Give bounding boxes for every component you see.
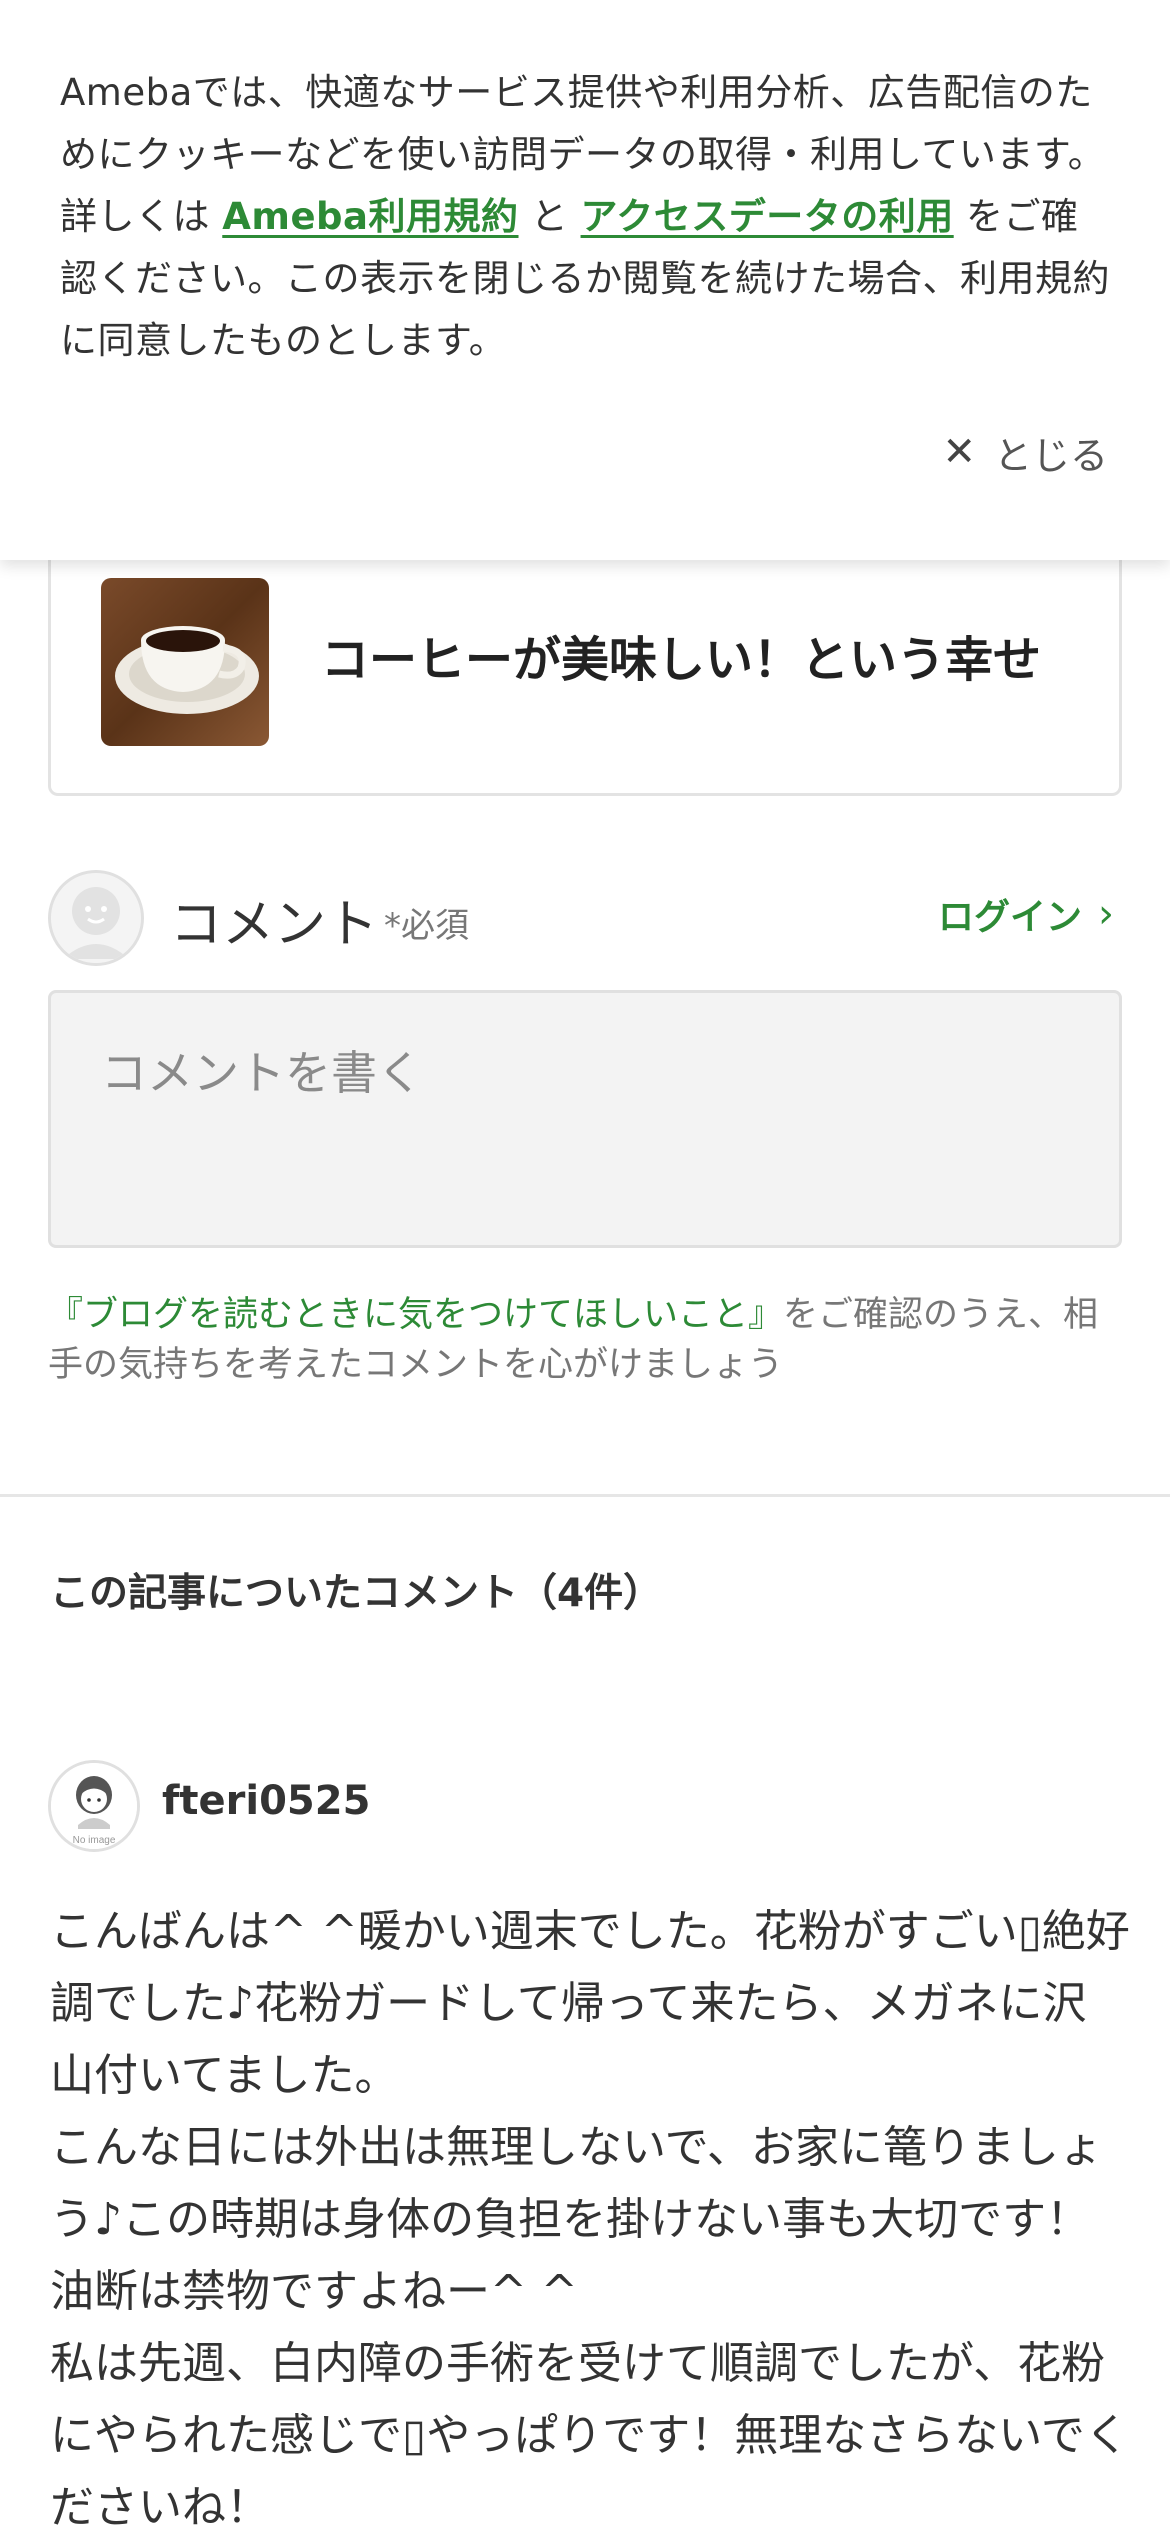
comments-count-heading: この記事についたコメント（4件） (50, 1571, 663, 1616)
login-label: ログイン (937, 897, 1082, 938)
cookie-text-middle: と (518, 195, 581, 238)
terms-of-use-link[interactable]: Ameba利用規約 (222, 195, 518, 238)
access-data-link[interactable]: アクセスデータの利用 (581, 195, 954, 238)
cookie-consent-text: Amebaでは、快適なサービス提供や利用分析、広告配信のためにクッキーなどを使い… (60, 62, 1110, 372)
comment-body: こんばんは^ ^暖かい週末でした。花粉がすごい▯絶好調でした♪花粉ガードして帰っ… (50, 1906, 1130, 2532)
no-image-avatar-icon[interactable]: No image (48, 1760, 140, 1852)
comment-guideline: 『ブログを読むときに気をつけてほしいこと』をご確認のうえ、相手の気持ちを考えたコ… (48, 1290, 1128, 1390)
guideline-link[interactable]: 『ブログを読むときに気をつけてほしいこと』 (48, 1295, 783, 1335)
avatar-caption: No image (73, 1835, 116, 1846)
login-link[interactable]: ログイン › (938, 888, 1114, 940)
coffee-cup-thumbnail (101, 578, 269, 746)
cookie-close-button[interactable]: ✕ とじる (942, 420, 1108, 484)
cookie-close-label: とじる (993, 433, 1108, 478)
required-label: *必須 (384, 906, 469, 946)
reblog-article-card[interactable]: コーヒーが美味しい！という幸せ (48, 520, 1122, 796)
article-title: コーヒーが美味しい！という幸せ (321, 632, 1042, 688)
section-divider (0, 1494, 1170, 1497)
comment-heading: コメント (170, 895, 379, 955)
chevron-right-icon: › (1098, 891, 1114, 937)
close-icon: ✕ (942, 429, 976, 475)
default-avatar-icon (48, 870, 144, 966)
comment-user-name[interactable]: fteri0525 (162, 1778, 370, 1824)
comment-input[interactable] (48, 990, 1122, 1248)
cookie-consent-banner: Amebaでは、快適なサービス提供や利用分析、広告配信のためにクッキーなどを使い… (0, 0, 1170, 560)
